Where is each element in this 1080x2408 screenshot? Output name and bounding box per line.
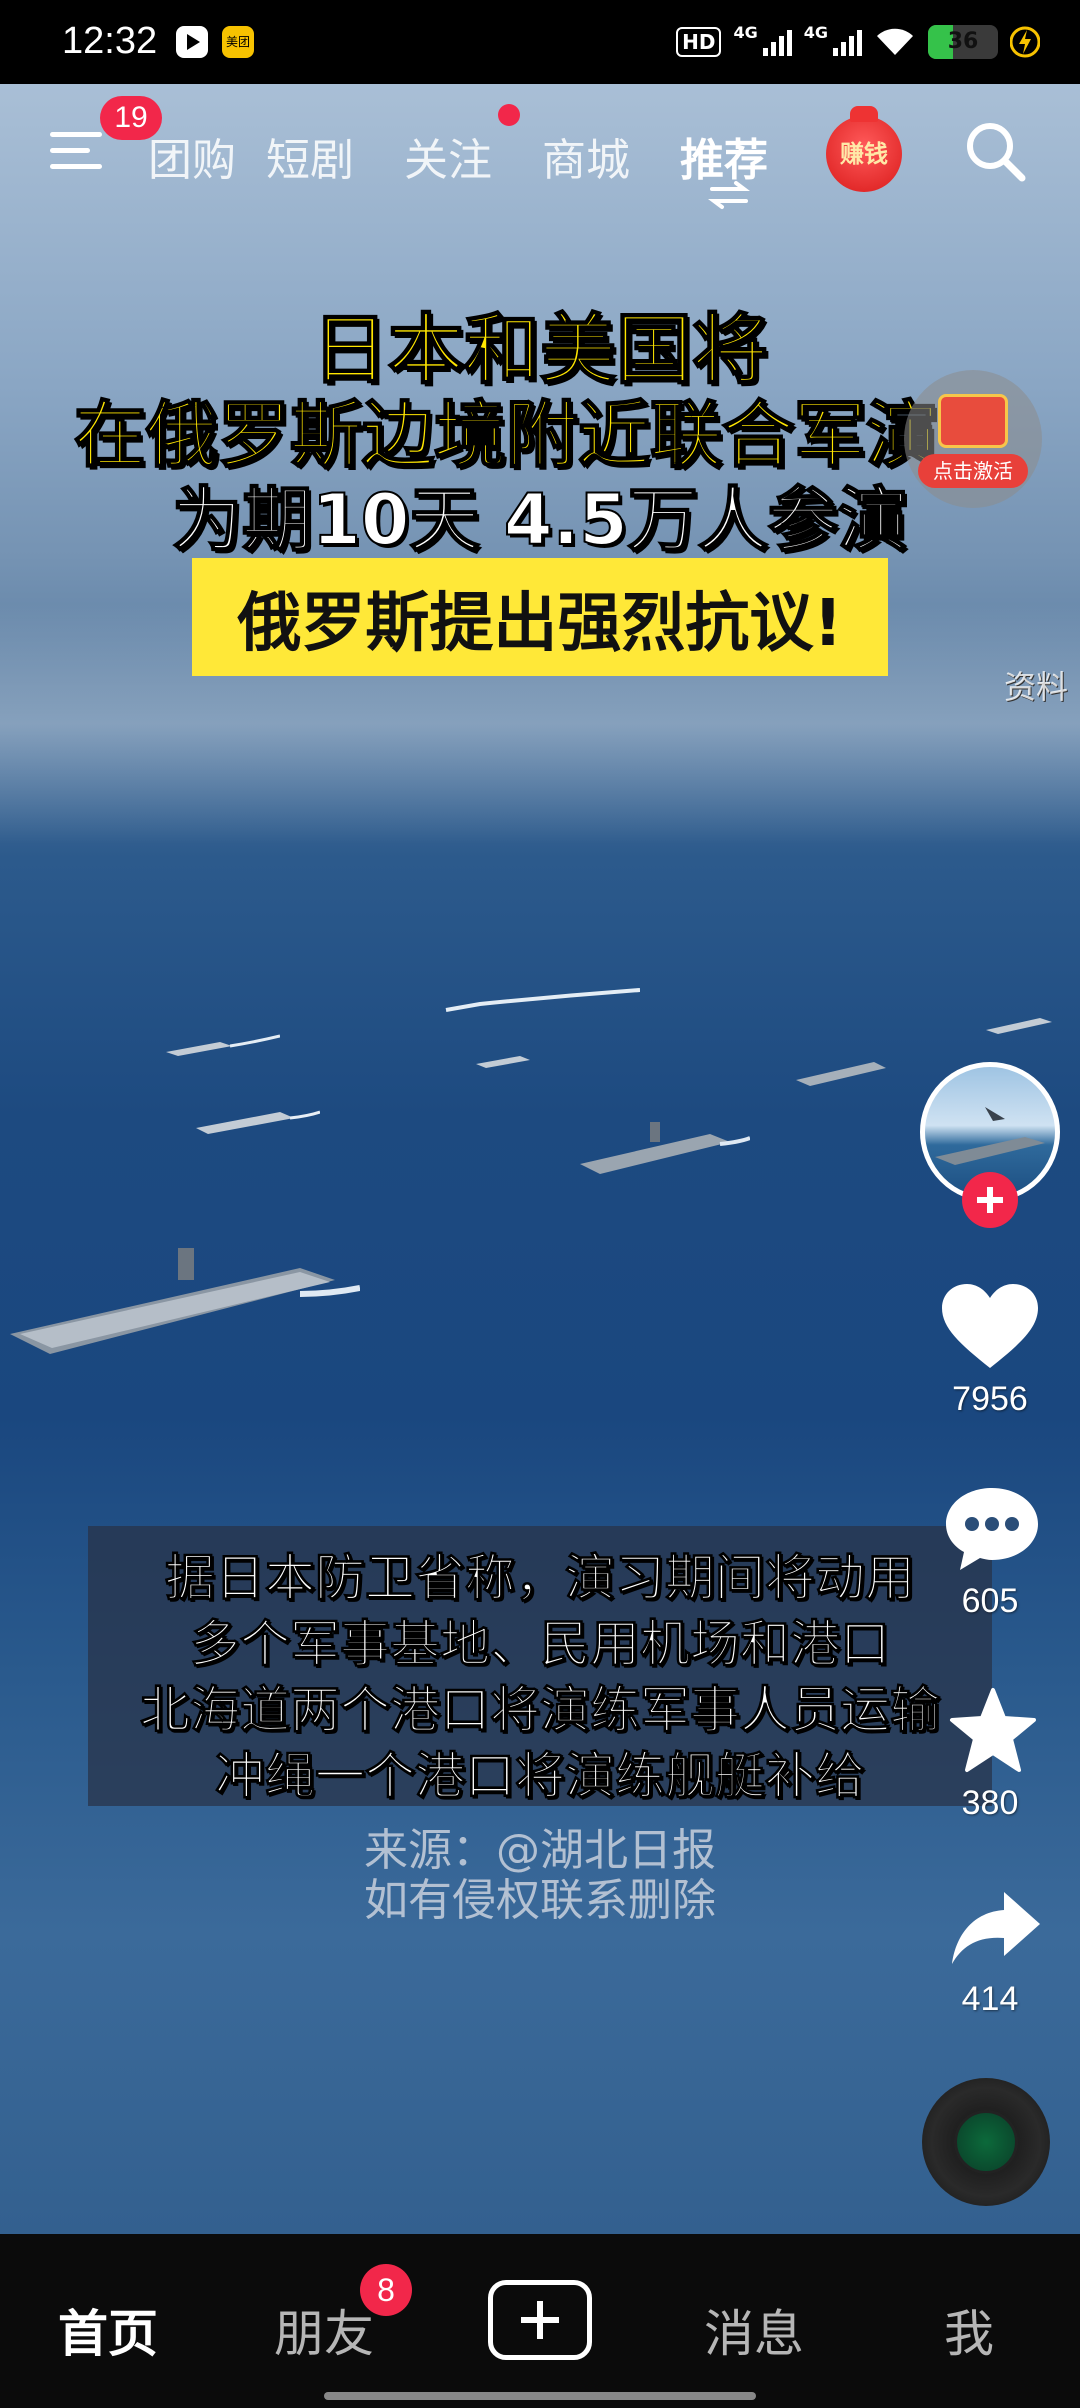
battery-icon: 36: [928, 25, 998, 59]
footage-label: 资料: [1004, 668, 1069, 706]
comment-icon[interactable]: [942, 1484, 1042, 1574]
copyright-notice: 如有侵权联系删除: [364, 1875, 716, 1926]
tab-following[interactable]: 关注: [404, 124, 492, 188]
menu-icon[interactable]: [50, 128, 106, 172]
nav-friends[interactable]: 朋友: [274, 2294, 374, 2366]
switch-feed-icon[interactable]: [708, 180, 750, 210]
music-cover-image: [954, 2110, 1018, 2174]
nav-messages[interactable]: 消息: [704, 2294, 804, 2366]
ad-label: 点击激活: [918, 454, 1028, 488]
aircraft-carrier-image: [10, 1248, 360, 1354]
search-icon[interactable]: [962, 118, 1028, 184]
subtitle-line-4: 冲绳一个港口将演练舰艇补给: [215, 1747, 866, 1806]
warship-image-3: [196, 1110, 320, 1134]
wake-trail-image: [445, 988, 640, 1012]
warship-image-2: [796, 1062, 886, 1086]
charging-icon: [1010, 26, 1040, 58]
subtitle-line-3: 北海道两个港口将演练军事人员运输: [140, 1681, 941, 1740]
subtitle-line-1: 据日本防卫省称，演习期间将动用: [165, 1549, 916, 1608]
favorite-count: 380: [961, 1784, 1019, 1822]
tab-recommend[interactable]: 推荐: [680, 124, 768, 188]
warship-image-6: [986, 1018, 1052, 1034]
music-disc[interactable]: [922, 2078, 1050, 2206]
favorite-star-icon[interactable]: [948, 1686, 1038, 1776]
following-update-dot: [498, 104, 520, 126]
signal-icon-sim2: 4G: [804, 23, 862, 56]
create-post-button[interactable]: [488, 2280, 592, 2360]
activate-ad-button[interactable]: 点击激活: [904, 370, 1042, 508]
subtitle-line-2: 多个军事基地、民用机场和港口: [190, 1615, 891, 1674]
earn-money-button[interactable]: 赚钱: [826, 106, 902, 192]
like-count: 7956: [952, 1380, 1028, 1418]
status-indicators: HD 4G 4G 36: [676, 18, 1040, 66]
signal-icon-sim1: 4G: [733, 23, 792, 56]
follow-button[interactable]: [962, 1172, 1018, 1228]
share-count: 414: [961, 1980, 1019, 2018]
nav-home[interactable]: 首页: [58, 2294, 158, 2366]
headline-banner-text: 俄罗斯提出强烈抗议!: [237, 587, 843, 661]
tab-group-buy[interactable]: 团购: [148, 124, 236, 188]
comment-count: 605: [961, 1582, 1019, 1620]
tab-short-drama[interactable]: 短剧: [266, 124, 354, 188]
tab-mall[interactable]: 商城: [542, 124, 630, 188]
friends-notification-badge: 8: [360, 2264, 412, 2316]
like-heart-icon[interactable]: [940, 1282, 1040, 1372]
video-app-notification-icon: [176, 26, 208, 58]
warship-image-4: [166, 1034, 280, 1056]
meituan-notification-icon: 美团: [222, 26, 254, 58]
status-time: 12:32: [62, 20, 158, 62]
nav-me[interactable]: 我: [944, 2294, 994, 2366]
share-icon[interactable]: [948, 1888, 1044, 1968]
wifi-icon: [877, 28, 913, 55]
warship-image: [580, 1122, 750, 1174]
warship-image-5: [476, 1056, 530, 1068]
gift-box-icon: [938, 394, 1008, 448]
bottom-navigation: 首页 朋友 8 消息 我: [0, 2234, 1080, 2408]
status-bar: 12:32 美团 HD 4G 4G 36: [0, 0, 1080, 84]
gesture-home-bar[interactable]: [324, 2392, 756, 2400]
hd-voice-icon: HD: [676, 27, 722, 57]
